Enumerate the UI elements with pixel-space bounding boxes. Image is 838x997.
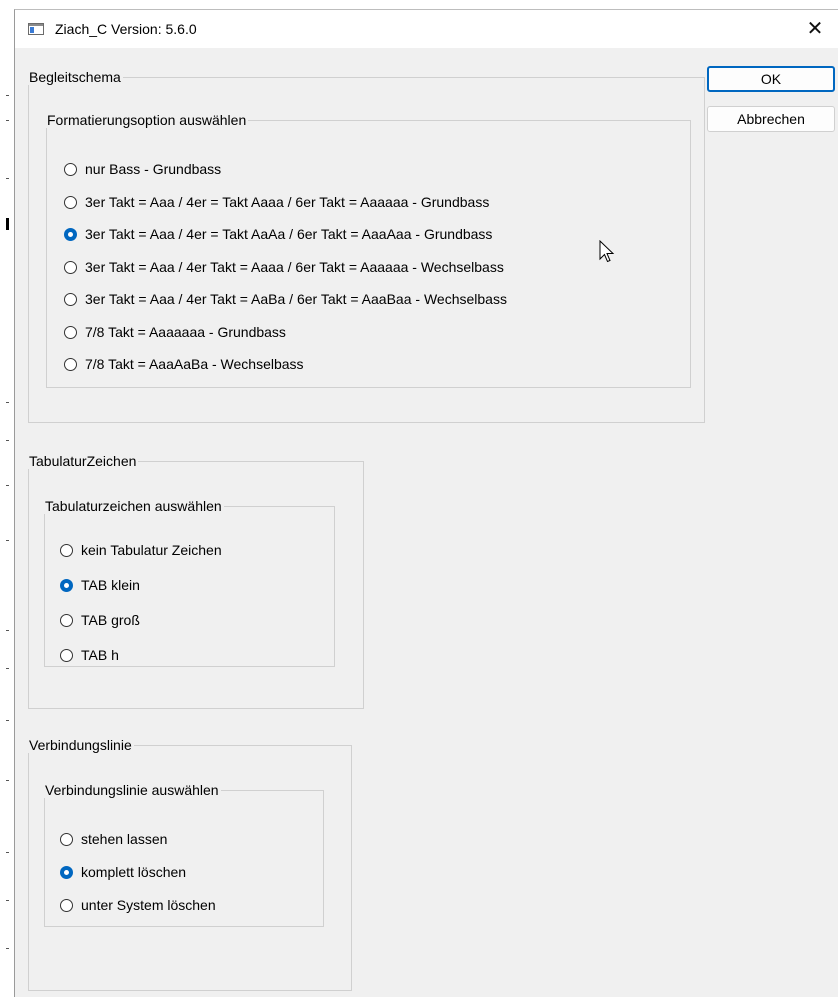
radio-button[interactable]	[60, 832, 73, 846]
radio-label: 7/8 Takt = AaaAaBa - Wechselbass	[85, 356, 304, 372]
close-icon: ✕	[806, 18, 824, 40]
begleitschema-title: Begleitschema	[29, 69, 121, 85]
radio-button[interactable]	[64, 292, 77, 306]
cancel-button[interactable]: Abbrechen	[707, 106, 835, 132]
radio-label: unter System löschen	[81, 897, 216, 913]
background-app-edge	[0, 0, 14, 997]
background-tick	[6, 440, 9, 441]
close-button[interactable]: ✕	[792, 10, 838, 48]
radio-label: 3er Takt = Aaa / 4er = Takt Aaaa / 6er T…	[85, 194, 490, 210]
background-tick	[6, 780, 9, 781]
radio-button[interactable]	[64, 325, 77, 339]
dialog-window: Ziach_C Version: 5.6.0 ✕ Begleitschema F…	[14, 9, 838, 997]
background-tick	[6, 900, 9, 901]
background-tick	[6, 852, 9, 853]
ok-button[interactable]: OK	[707, 66, 835, 92]
radio-label: nur Bass - Grundbass	[85, 161, 222, 177]
background-tick	[6, 178, 9, 179]
radio-label: TAB groß	[81, 612, 140, 628]
verbindungslinie-option[interactable]: stehen lassen	[60, 828, 167, 850]
begleitschema-option[interactable]: 3er Takt = Aaa / 4er Takt = AaBa / 6er T…	[64, 288, 507, 310]
begleitschema-option[interactable]: 7/8 Takt = Aaaaaaa - Grundbass	[64, 321, 286, 343]
radio-label: TAB h	[81, 647, 119, 663]
radio-button[interactable]	[64, 227, 77, 241]
radio-label: 7/8 Takt = Aaaaaaa - Grundbass	[85, 324, 286, 340]
verbindungslinie-title: Verbindungslinie	[29, 737, 132, 753]
radio-button[interactable]	[60, 648, 73, 662]
background-tick	[6, 95, 9, 96]
radio-button[interactable]	[64, 260, 77, 274]
radio-label: 3er Takt = Aaa / 4er Takt = Aaaa / 6er T…	[85, 259, 504, 275]
radio-label: stehen lassen	[81, 831, 168, 847]
begleitschema-option[interactable]: nur Bass - Grundbass	[64, 158, 221, 180]
begleitschema-option[interactable]: 3er Takt = Aaa / 4er Takt = Aaaa / 6er T…	[64, 256, 504, 278]
mouse-pointer-icon	[599, 240, 615, 263]
radio-button[interactable]	[60, 865, 73, 879]
radio-button[interactable]	[60, 898, 73, 912]
radio-label: kein Tabulatur Zeichen	[81, 542, 222, 558]
radio-label: komplett löschen	[81, 864, 187, 880]
verbindungslinie-group: Verbindungslinie Verbindungslinie auswäh…	[28, 737, 352, 991]
verbindungslinie-option[interactable]: komplett löschen	[60, 861, 186, 883]
radio-button[interactable]	[64, 195, 77, 209]
background-tick	[6, 120, 9, 121]
begleitschema-option[interactable]: 3er Takt = Aaa / 4er = Takt Aaaa / 6er T…	[64, 191, 489, 213]
radio-button[interactable]	[60, 578, 73, 592]
tabulaturzeichen-title: Tabulaturzeichen auswählen	[45, 498, 222, 514]
background-tick	[6, 540, 9, 541]
radio-button[interactable]	[64, 357, 77, 371]
tabulatur-option[interactable]: TAB h	[60, 644, 119, 666]
tabulaturzeichen-group: Tabulaturzeichen auswählen kein Tabulatu…	[44, 498, 335, 667]
formatierungsoption-group: Formatierungsoption auswählen nur Bass -…	[46, 112, 691, 388]
title-bar[interactable]: Ziach_C Version: 5.6.0 ✕	[15, 10, 838, 48]
radio-label: 3er Takt = Aaa / 4er = Takt AaAa / 6er T…	[85, 226, 493, 242]
radio-button[interactable]	[64, 162, 77, 176]
formatierungsoption-title: Formatierungsoption auswählen	[47, 112, 247, 128]
radio-label: TAB klein	[81, 577, 140, 593]
begleitschema-option[interactable]: 7/8 Takt = AaaAaBa - Wechselbass	[64, 353, 304, 375]
tabulatur-title: TabulaturZeichen	[29, 453, 137, 469]
radio-label: 3er Takt = Aaa / 4er Takt = AaBa / 6er T…	[85, 291, 507, 307]
radio-button[interactable]	[60, 613, 73, 627]
verbindungslinie-sub-title: Verbindungslinie auswählen	[45, 782, 219, 798]
background-tick	[6, 630, 9, 631]
background-tick	[6, 668, 9, 669]
window-title: Ziach_C Version: 5.6.0	[55, 21, 197, 37]
background-tick	[6, 948, 9, 949]
background-tick	[6, 720, 9, 721]
radio-button[interactable]	[60, 543, 73, 557]
background-tick	[6, 402, 9, 403]
app-window-icon	[28, 23, 44, 35]
background-tick	[6, 485, 9, 486]
tabulatur-option[interactable]: kein Tabulatur Zeichen	[60, 539, 222, 561]
verbindungslinie-option[interactable]: unter System löschen	[60, 894, 216, 916]
tabulatur-group: TabulaturZeichen Tabulaturzeichen auswäh…	[28, 453, 364, 709]
verbindungslinie-sub-group: Verbindungslinie auswählen stehen lassen…	[44, 782, 324, 927]
tabulatur-option[interactable]: TAB groß	[60, 609, 140, 631]
background-tick	[6, 218, 9, 230]
tabulatur-option[interactable]: TAB klein	[60, 574, 140, 596]
begleitschema-option[interactable]: 3er Takt = Aaa / 4er = Takt AaAa / 6er T…	[64, 223, 492, 245]
